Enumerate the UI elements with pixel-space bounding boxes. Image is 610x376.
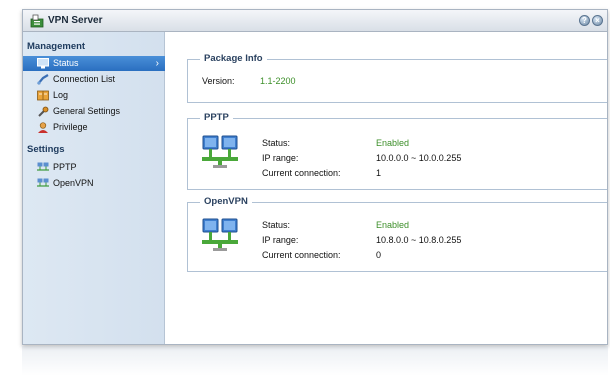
- version-label: Version:: [202, 76, 235, 86]
- help-icon[interactable]: ?: [579, 15, 590, 26]
- sidebar-item-label: General Settings: [53, 106, 121, 116]
- monitor-icon: [37, 58, 49, 69]
- sidebar-item-connection-list[interactable]: Connection List: [23, 72, 165, 87]
- pptp-section: PPTP Status: Enabled IP range: 10.0.0.0 …: [187, 112, 607, 190]
- pptp-current-connection-label: Current connection:: [262, 168, 341, 178]
- network-icon: [37, 162, 49, 171]
- sidebar-item-log[interactable]: Log: [23, 88, 165, 103]
- sidebar: Management Status › Connection List Log …: [23, 32, 165, 344]
- sidebar-item-openvpn[interactable]: OpenVPN: [23, 176, 165, 191]
- user-icon: [38, 122, 48, 133]
- pptp-status-value: Enabled: [376, 138, 410, 148]
- pptp-ip-range-label: IP range:: [262, 153, 299, 163]
- settings-heading: Settings: [27, 144, 65, 155]
- title-bar[interactable]: VPN Server ? ×: [23, 10, 607, 32]
- chevron-right-icon: ›: [155, 58, 159, 69]
- openvpn-ip-range-label: IP range:: [262, 235, 299, 245]
- sidebar-item-status[interactable]: Status ›: [23, 56, 165, 71]
- status-panel: Package Info Version: 1.1-2200 PPTP Stat…: [165, 32, 607, 344]
- pptp-heading: PPTP: [200, 112, 233, 123]
- sidebar-item-general-settings[interactable]: General Settings: [23, 104, 165, 119]
- sidebar-item-label: Status: [53, 58, 79, 68]
- sidebar-item-label: Connection List: [53, 74, 116, 84]
- network-icon: [202, 218, 238, 251]
- wrench-icon: [38, 106, 49, 117]
- management-heading: Management: [27, 41, 86, 52]
- log-icon: [37, 90, 49, 101]
- package-info-section: Package Info Version: 1.1-2200: [187, 53, 607, 103]
- openvpn-section: OpenVPN Status: Enabled IP range: 10.8.0…: [187, 196, 607, 272]
- pptp-status-label: Status:: [262, 138, 291, 148]
- sidebar-item-label: PPTP: [53, 162, 77, 172]
- sidebar-item-label: Privilege: [53, 122, 88, 132]
- openvpn-current-connection-value: 0: [376, 250, 382, 260]
- sidebar-item-label: OpenVPN: [53, 178, 94, 188]
- close-icon[interactable]: ×: [592, 15, 603, 26]
- network-icon: [202, 135, 238, 168]
- window-reflection: [22, 346, 608, 376]
- network-icon: [37, 178, 49, 187]
- vpn-server-window: VPN Server ? × Management Status › Conne…: [22, 9, 608, 345]
- pptp-current-connection-value: 1: [376, 168, 382, 178]
- pptp-ip-range-value: 10.0.0.0 ~ 10.0.0.255: [376, 153, 462, 163]
- sidebar-item-privilege[interactable]: Privilege: [23, 120, 165, 135]
- openvpn-status-label: Status:: [262, 220, 291, 230]
- package-info-heading: Package Info: [200, 53, 267, 64]
- openvpn-status-value: Enabled: [376, 220, 410, 230]
- connection-icon: [37, 74, 49, 85]
- window-title: VPN Server: [48, 15, 103, 26]
- version-value: 1.1-2200: [260, 76, 296, 86]
- openvpn-current-connection-label: Current connection:: [262, 250, 341, 260]
- vpn-server-app-icon: [30, 14, 44, 28]
- openvpn-ip-range-value: 10.8.0.0 ~ 10.8.0.255: [376, 235, 462, 245]
- sidebar-item-label: Log: [53, 90, 69, 100]
- sidebar-item-pptp[interactable]: PPTP: [23, 160, 165, 175]
- openvpn-heading: OpenVPN: [200, 196, 252, 207]
